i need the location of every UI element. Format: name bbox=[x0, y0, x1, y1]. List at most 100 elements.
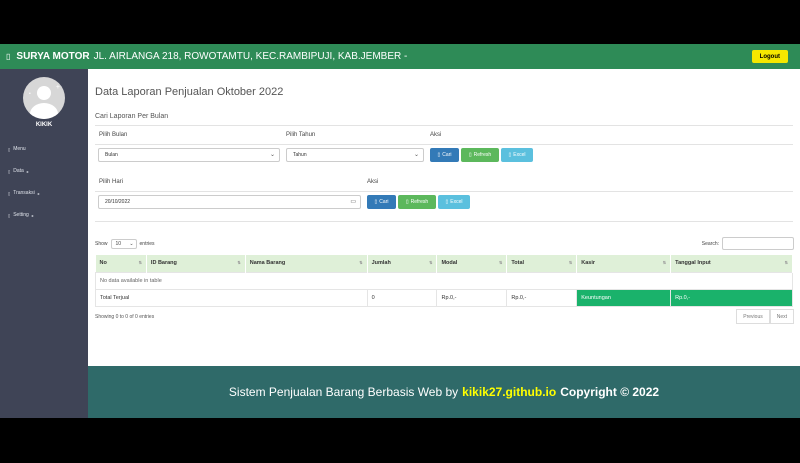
divider bbox=[95, 125, 793, 126]
divider bbox=[95, 221, 793, 222]
table-row-empty: No data available in table bbox=[95, 271, 793, 290]
day-refresh-button[interactable]: ▯ Refresh bbox=[398, 195, 436, 209]
year-label: Pilih Tahun bbox=[286, 132, 316, 138]
section-subtitle: Cari Laporan Per Bulan bbox=[95, 113, 169, 120]
footer-text: Sistem Penjualan Barang Berbasis Web by bbox=[228, 385, 459, 399]
chevron-down-icon: ⌄ bbox=[129, 241, 134, 247]
report-table: No ⇅ ID Barang ⇅ Nama Barang ⇅ Jumlah ⇅ Moda… bbox=[95, 255, 793, 307]
sort-icon: ⇅ bbox=[499, 260, 503, 265]
sidebar: + • KIKIK ▯ Menu ▯ Data ▸ ▯ Transaksi ▸ … bbox=[0, 69, 88, 418]
previous-page-button[interactable]: Previous bbox=[736, 309, 770, 324]
column-header-no[interactable]: No ⇅ bbox=[95, 255, 147, 272]
month-select[interactable]: Bulan ⌄ bbox=[98, 148, 280, 162]
column-header-total[interactable]: Total ⇅ bbox=[506, 255, 578, 272]
screen-frame: ▯ SURYA MOTOR JL. AIRLANGA 218, ROWOTAMT… bbox=[0, 0, 800, 463]
dot-icon: • bbox=[29, 91, 31, 97]
column-header-modal[interactable]: Modal ⇅ bbox=[436, 255, 508, 272]
excel-icon: ▯ bbox=[508, 152, 512, 158]
menu-icon: ▯ bbox=[8, 146, 11, 152]
brand-icon: ▯ bbox=[6, 52, 11, 61]
sidebar-item-menu[interactable]: ▯ Menu bbox=[8, 146, 26, 152]
chevron-right-icon: ▸ bbox=[37, 190, 40, 196]
sidebar-item-label: Menu bbox=[13, 146, 26, 152]
keuntungan-value: Rp.0,- bbox=[670, 288, 793, 307]
logout-button[interactable]: Logout bbox=[751, 50, 788, 63]
top-bar: ▯ SURYA MOTOR JL. AIRLANGA 218, ROWOTAMT… bbox=[0, 44, 800, 69]
sort-icon: ⇅ bbox=[784, 260, 788, 265]
search-label: Search: bbox=[701, 240, 719, 247]
empty-message: No data available in table bbox=[95, 271, 793, 290]
refresh-icon: ▯ bbox=[468, 152, 472, 158]
sort-icon: ⇅ bbox=[662, 260, 667, 265]
chevron-right-icon: ▸ bbox=[31, 212, 34, 218]
month-excel-button[interactable]: ▯ Excel bbox=[501, 148, 533, 162]
day-label: Pilih Hari bbox=[99, 179, 124, 185]
sidebar-item-data[interactable]: ▯ Data ▸ bbox=[8, 168, 29, 174]
chevron-down-icon: ⌄ bbox=[269, 152, 275, 158]
sidebar-item-transaksi[interactable]: ▯ Transaksi ▸ bbox=[8, 190, 40, 196]
day-search-button[interactable]: ▯ Cari bbox=[367, 195, 396, 209]
sort-icon: ⇅ bbox=[138, 260, 142, 265]
day-action-label: Aksi bbox=[367, 179, 379, 185]
search-icon: ▯ bbox=[437, 152, 441, 158]
column-header-jumlah[interactable]: Jumlah ⇅ bbox=[367, 255, 438, 272]
next-page-button[interactable]: Next bbox=[769, 309, 794, 324]
divider bbox=[95, 144, 793, 145]
column-header-id-barang[interactable]: ID Barang ⇅ bbox=[146, 255, 246, 272]
username: KIKIK bbox=[35, 122, 53, 128]
gear-icon: ▯ bbox=[8, 212, 11, 218]
sort-icon: ⇅ bbox=[568, 260, 573, 265]
month-search-button[interactable]: ▯ Cari bbox=[430, 148, 459, 162]
year-select[interactable]: Tahun ⌄ bbox=[286, 148, 424, 162]
table-info: Showing 0 to 0 of 0 entries bbox=[95, 314, 155, 320]
keuntungan-label: Keuntungan bbox=[576, 288, 672, 307]
sidebar-item-label: Transaksi bbox=[13, 190, 35, 196]
length-select[interactable]: 10 ⌄ bbox=[110, 239, 137, 249]
column-header-kasir[interactable]: Kasir ⇅ bbox=[576, 255, 672, 272]
month-label: Pilih Bulan bbox=[99, 132, 128, 138]
table-header-row: No ⇅ ID Barang ⇅ Nama Barang ⇅ Jumlah ⇅ Moda… bbox=[95, 255, 793, 272]
search-input[interactable] bbox=[722, 237, 794, 250]
database-icon: ▯ bbox=[8, 168, 11, 174]
footer-copyright: Copyright © 2022 bbox=[560, 385, 660, 399]
search-icon: ▯ bbox=[374, 199, 378, 205]
column-header-tanggal-input[interactable]: Tanggal Input ⇅ bbox=[670, 255, 793, 272]
divider bbox=[95, 191, 793, 192]
footer: Sistem Penjualan Barang Berbasis Web by … bbox=[88, 366, 800, 418]
main-content: Data Laporan Penjualan Oktober 2022 Cari… bbox=[88, 69, 800, 366]
month-action-label: Aksi bbox=[430, 132, 442, 138]
footer-link[interactable]: kikik27.github.io bbox=[462, 385, 556, 399]
sidebar-item-label: Setting bbox=[13, 212, 29, 218]
sidebar-item-label: Data bbox=[13, 168, 24, 174]
table-search: Search: bbox=[702, 237, 794, 250]
total-total: Rp.0,- bbox=[506, 288, 578, 307]
cart-icon: ▯ bbox=[8, 190, 11, 196]
store-address: JL. AIRLANGA 218, ROWOTAMTU, KEC.RAMBIPU… bbox=[93, 51, 408, 62]
month-refresh-button[interactable]: ▯ Refresh bbox=[461, 148, 499, 162]
year-select-value: Tahun bbox=[293, 152, 307, 158]
day-excel-button[interactable]: ▯ Excel bbox=[438, 195, 470, 209]
total-label: Total Terjual bbox=[95, 288, 368, 307]
refresh-icon: ▯ bbox=[405, 199, 409, 205]
pagination: Previous Next bbox=[736, 309, 794, 324]
avatar: + • bbox=[23, 77, 65, 119]
length-control: Show 10 ⌄ entries bbox=[95, 239, 155, 249]
plus-icon: + bbox=[55, 84, 60, 91]
total-jumlah: 0 bbox=[366, 288, 438, 307]
date-input[interactable]: 20/10/2022 ▭ bbox=[98, 195, 361, 209]
column-header-nama-barang[interactable]: Nama Barang ⇅ bbox=[245, 255, 368, 272]
month-select-value: Bulan bbox=[105, 152, 118, 158]
total-modal: Rp.0,- bbox=[436, 288, 508, 307]
chevron-right-icon: ▸ bbox=[26, 168, 29, 174]
sort-icon: ⇅ bbox=[237, 260, 241, 265]
sidebar-item-setting[interactable]: ▯ Setting ▸ bbox=[8, 212, 34, 218]
sort-icon: ⇅ bbox=[429, 260, 433, 265]
table-row-total: Total Terjual 0 Rp.0,- Rp.0,- Keuntungan… bbox=[95, 288, 793, 307]
excel-icon: ▯ bbox=[445, 199, 449, 205]
brand-name: SURYA MOTOR bbox=[16, 51, 90, 62]
chevron-down-icon: ⌄ bbox=[413, 152, 419, 158]
calendar-icon: ▭ bbox=[350, 199, 356, 205]
date-input-value: 20/10/2022 bbox=[105, 199, 131, 205]
page-title: Data Laporan Penjualan Oktober 2022 bbox=[95, 86, 284, 98]
sort-icon: ⇅ bbox=[359, 260, 363, 265]
